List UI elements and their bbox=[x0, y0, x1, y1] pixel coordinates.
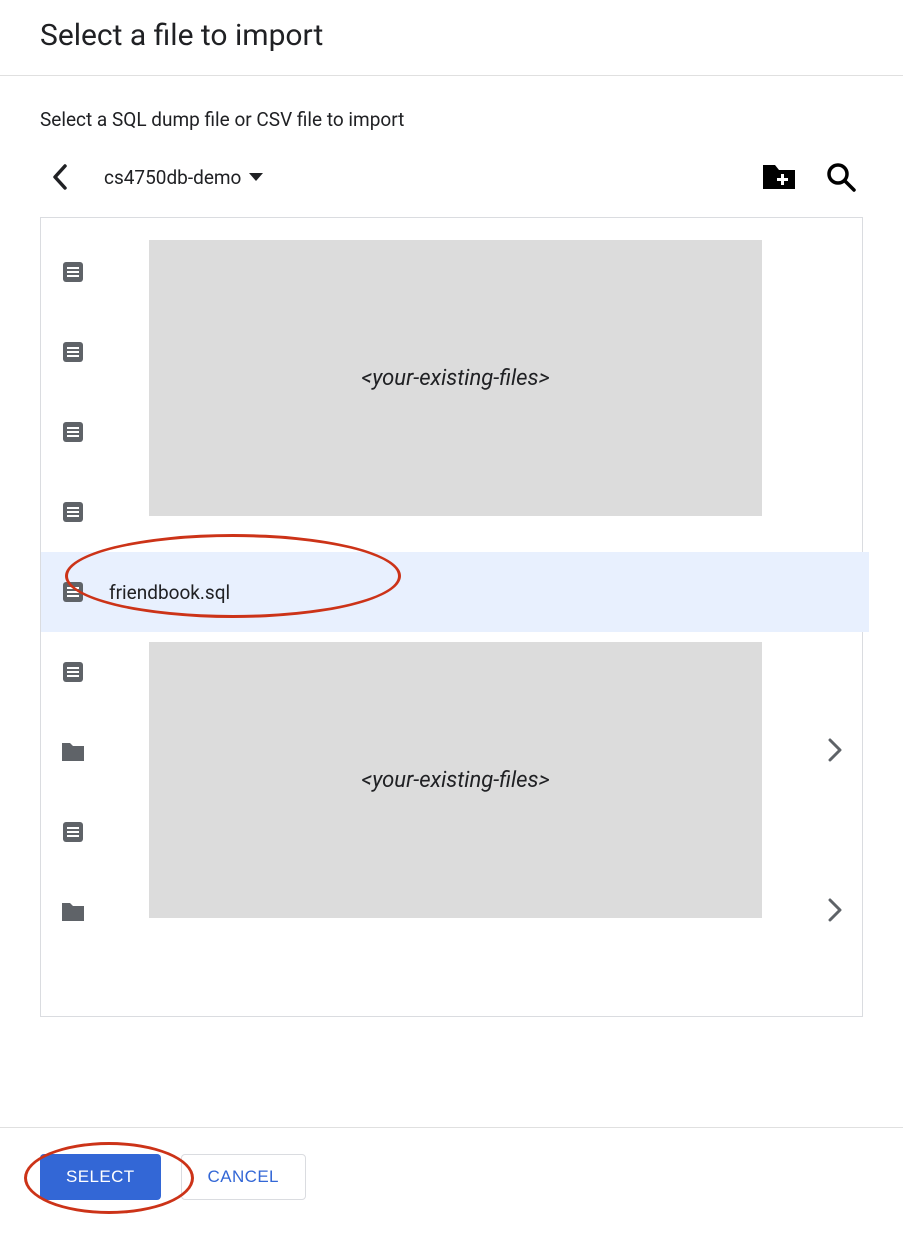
dialog-footer: SELECT CANCEL bbox=[0, 1127, 903, 1226]
file-row[interactable] bbox=[41, 472, 862, 552]
file-row[interactable] bbox=[41, 312, 862, 392]
file-icon bbox=[61, 660, 85, 684]
breadcrumb-dropdown[interactable]: cs4750db-demo bbox=[104, 166, 263, 189]
search-button[interactable] bbox=[819, 155, 863, 199]
breadcrumb-label: cs4750db-demo bbox=[104, 166, 241, 189]
file-icon bbox=[61, 580, 85, 604]
chevron-left-icon bbox=[52, 164, 68, 190]
back-button[interactable] bbox=[40, 157, 80, 197]
file-icon bbox=[61, 500, 85, 524]
file-list-panel: <your-existing-files> <your-existing-fil… bbox=[40, 217, 863, 1017]
folder-icon bbox=[61, 900, 85, 924]
file-row[interactable] bbox=[41, 792, 862, 872]
new-folder-button[interactable] bbox=[757, 155, 801, 199]
chevron-right-icon bbox=[828, 898, 842, 926]
file-icon bbox=[61, 820, 85, 844]
toolbar: cs4750db-demo bbox=[0, 131, 903, 217]
folder-plus-icon bbox=[761, 163, 797, 191]
search-icon bbox=[825, 161, 857, 193]
file-name-label: friendbook.sql bbox=[109, 581, 842, 604]
caret-down-icon bbox=[249, 173, 263, 181]
folder-icon bbox=[61, 740, 85, 764]
file-row[interactable] bbox=[41, 392, 862, 472]
file-icon bbox=[61, 340, 85, 364]
folder-row[interactable] bbox=[41, 872, 862, 952]
select-button[interactable]: SELECT bbox=[40, 1154, 161, 1200]
dialog-subtitle: Select a SQL dump file or CSV file to im… bbox=[0, 76, 903, 131]
chevron-right-icon bbox=[828, 738, 842, 766]
file-icon bbox=[61, 420, 85, 444]
dialog-title: Select a file to import bbox=[0, 0, 903, 76]
folder-row[interactable] bbox=[41, 712, 862, 792]
file-row[interactable]: friendbook.sql bbox=[41, 552, 869, 632]
cancel-button[interactable]: CANCEL bbox=[181, 1154, 306, 1200]
file-icon bbox=[61, 260, 85, 284]
file-row[interactable] bbox=[41, 232, 862, 312]
file-row[interactable] bbox=[41, 632, 862, 712]
